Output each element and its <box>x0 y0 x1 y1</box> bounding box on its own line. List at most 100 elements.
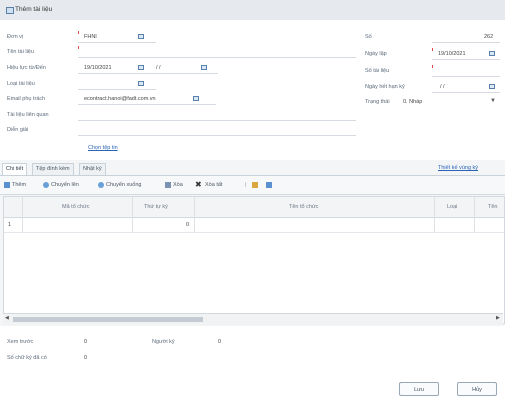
ngay-het-han-field[interactable]: / / <box>440 84 445 90</box>
thiet-ke-vung-ky-link[interactable]: Thiết kế vùng ký <box>438 165 478 171</box>
hieu-luc-label: Hiệu lực từ/Đến <box>7 65 46 71</box>
col-thu-tu-ky[interactable]: Thứ tự ký <box>144 204 168 210</box>
hieu-luc-underline <box>78 73 218 74</box>
window-title: Thêm tài liệu <box>15 6 53 13</box>
scroll-right-icon[interactable]: ▶ <box>496 315 500 321</box>
ngay-lap-underline <box>432 59 500 60</box>
ten-tai-lieu-label: Tên tài liệu <box>7 49 34 55</box>
loai-tai-lieu-field[interactable] <box>78 89 156 90</box>
edit-icon <box>252 181 258 188</box>
tab-tep-dinh-kem[interactable]: Tệp đính kèm <box>32 163 74 175</box>
ngay-lap-field[interactable]: 19/10/2021 <box>438 51 466 57</box>
scrollbar-thumb[interactable] <box>13 317 203 322</box>
tai-lieu-lien-quan-field[interactable] <box>78 120 356 121</box>
ngay-het-han-label: Ngày hết hạn ký <box>365 84 405 90</box>
dialog-window: Thêm tài liệu Đơn vị FHNI Tên tài liệu H… <box>0 0 505 402</box>
tab-bar: Chi tiết Tệp đính kèm Nhật ký Thiết kế v… <box>0 161 505 176</box>
tai-lieu-lien-quan-label: Tài liệu liên quan <box>7 112 49 118</box>
calendar-icon[interactable] <box>489 51 495 56</box>
required-marker <box>432 65 433 68</box>
required-marker <box>432 48 433 51</box>
add-icon <box>4 181 10 188</box>
so-underline <box>432 42 500 43</box>
xoa-label: Xóa <box>173 182 183 188</box>
grid-header: Mã tổ chức Thứ tự ký Tên tổ chức Loại Tê… <box>4 197 504 218</box>
hieu-luc-to-field[interactable]: / / <box>156 65 161 71</box>
arrow-down-icon <box>98 181 104 188</box>
export-button[interactable] <box>266 180 274 190</box>
trang-thai-label: Trạng thái <box>365 99 390 105</box>
col-ten[interactable]: Tên <box>488 204 497 210</box>
document-form: Đơn vị FHNI Tên tài liệu Hiệu lực từ/Đến… <box>0 20 505 160</box>
scroll-left-icon[interactable]: ◀ <box>5 315 9 321</box>
row-index: 1 <box>8 222 12 228</box>
trang-thai-select[interactable]: 0. Nháp <box>403 99 422 105</box>
col-loai[interactable]: Loại <box>447 204 457 210</box>
calendar-icon[interactable] <box>201 65 207 70</box>
grid-divider <box>194 197 195 232</box>
ngay-lap-label: Ngày lập <box>365 51 387 57</box>
them-label: Thêm <box>12 182 27 188</box>
delete-icon <box>165 181 171 188</box>
grid-divider <box>474 197 475 232</box>
col-ten-to-chuc[interactable]: Tên tổ chức <box>289 204 318 210</box>
so-field[interactable]: 262 <box>484 34 493 40</box>
chuyen-xuong-label: Chuyển xuống <box>106 182 142 188</box>
detail-grid: Mã tổ chức Thứ tự ký Tên tổ chức Loại Tê… <box>3 196 505 324</box>
lookup-icon[interactable] <box>138 34 144 39</box>
chevron-down-icon[interactable]: ▼ <box>490 98 496 104</box>
hieu-luc-from-field[interactable]: 19/10/2021 <box>84 65 112 71</box>
horizontal-scrollbar[interactable]: ◀ ▶ <box>3 313 503 325</box>
xoa-button[interactable]: Xóa <box>165 180 183 190</box>
xem-truoc-value: 0 <box>84 339 88 345</box>
cancel-button[interactable]: Hủy <box>457 382 497 396</box>
dien-giai-label: Diễn giải <box>7 127 29 133</box>
lookup-icon[interactable] <box>138 81 144 86</box>
tab-chi-tiet[interactable]: Chi tiết <box>2 163 28 175</box>
required-marker <box>78 31 79 34</box>
don-vi-field[interactable]: FHNI <box>84 34 97 40</box>
email-underline <box>78 104 216 105</box>
table-row[interactable]: 1 0 <box>4 218 504 233</box>
xoa-tat-button[interactable]: ✖ Xóa tất <box>195 180 222 190</box>
so-label: Số <box>365 34 372 40</box>
arrow-up-icon <box>43 181 49 188</box>
chuyen-xuong-button[interactable]: Chuyển xuống <box>98 180 141 190</box>
row-thu-tu[interactable]: 0 <box>186 222 189 228</box>
close-icon: ✖ <box>195 179 202 189</box>
export-icon <box>266 181 272 188</box>
grid-divider <box>22 197 23 232</box>
grid-toolbar: Thêm Chuyển lên Chuyển xuống Xóa ✖ Xóa tấ… <box>0 176 505 195</box>
so-tai-lieu-field[interactable] <box>432 76 500 77</box>
col-ma-to-chuc[interactable]: Mã tổ chức <box>62 204 90 210</box>
tab-nhat-ky[interactable]: Nhật ký <box>79 163 106 175</box>
save-button[interactable]: Lưu <box>399 382 439 396</box>
don-vi-label: Đơn vị <box>7 34 24 40</box>
chon-tep-link[interactable]: Chọn tệp tin <box>88 145 118 151</box>
ten-tai-lieu-field[interactable] <box>78 57 356 58</box>
nguoi-ky-value: 0 <box>218 339 222 345</box>
calendar-icon[interactable] <box>138 65 144 70</box>
email-field[interactable]: econtract.hanoi@fadt.com.vn <box>84 96 156 102</box>
document-icon <box>6 7 14 14</box>
email-label: Email phụ trách <box>7 96 46 102</box>
dien-giai-field[interactable] <box>78 135 356 136</box>
ngay-het-han-underline <box>432 92 500 93</box>
edit-button[interactable] <box>252 180 260 190</box>
toolbar-separator: | <box>245 182 247 188</box>
grid-divider <box>434 197 435 232</box>
lookup-icon[interactable] <box>193 96 199 101</box>
them-button[interactable]: Thêm <box>4 180 26 190</box>
calendar-icon[interactable] <box>489 84 495 89</box>
title-bar: Thêm tài liệu <box>0 0 505 21</box>
required-marker <box>78 46 79 49</box>
chuyen-len-button[interactable]: Chuyển lên <box>43 180 79 190</box>
grid-divider <box>132 197 133 232</box>
xem-truoc-label: Xem trước <box>7 339 34 345</box>
nguoi-ky-label: Người ký <box>152 339 175 345</box>
so-chu-ky-value: 0 <box>84 355 88 361</box>
xoa-tat-label: Xóa tất <box>205 182 223 188</box>
so-tai-lieu-label: Số tài liệu <box>365 68 390 74</box>
so-chu-ky-label: Số chữ ký đã có <box>7 355 47 361</box>
loai-tai-lieu-label: Loại tài liệu <box>7 81 35 87</box>
